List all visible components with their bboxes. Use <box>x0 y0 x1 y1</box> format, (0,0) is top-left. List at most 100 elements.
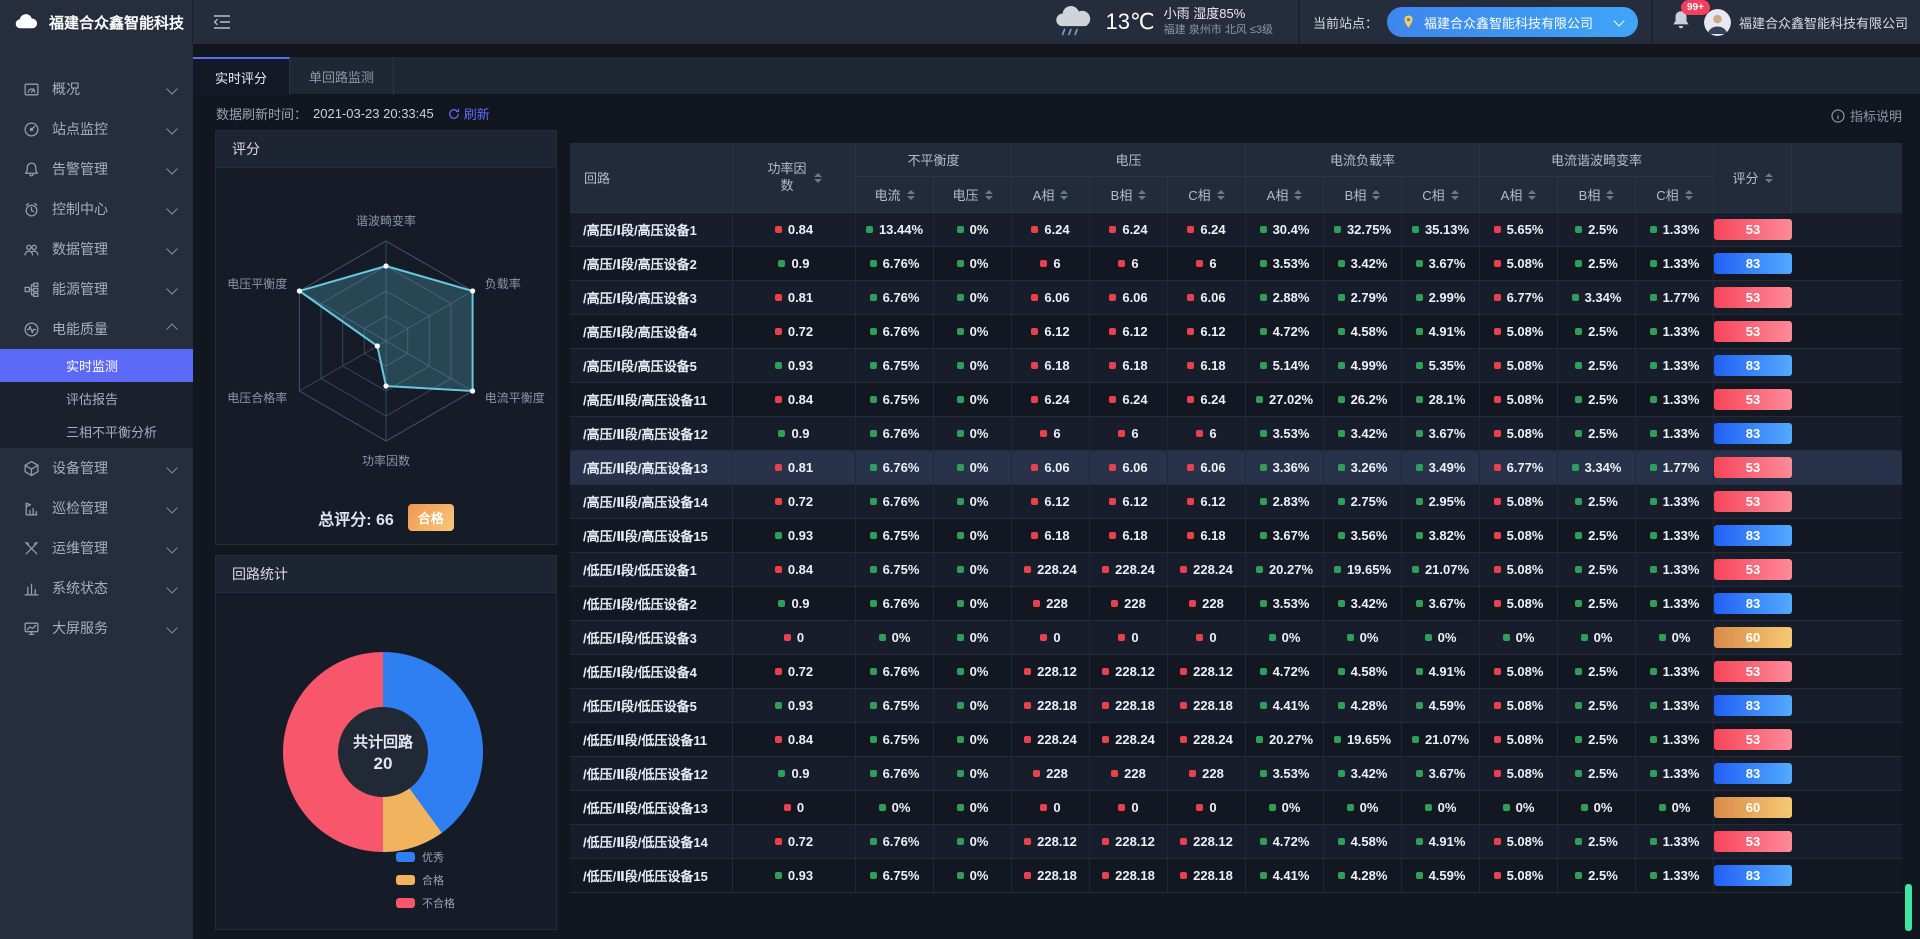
sidebar-collapse-button[interactable] <box>213 15 231 29</box>
cell: 6.18 <box>1090 519 1168 552</box>
cell: 6.06 <box>1090 451 1168 484</box>
table-row[interactable]: /低压/Ⅱ段/低压设备150.936.75%0%228.18228.18228.… <box>570 859 1902 893</box>
status-dot <box>957 362 964 369</box>
table-row[interactable]: /低压/Ⅰ段/低压设备20.96.76%0%2282282283.53%3.42… <box>570 587 1902 621</box>
sidebar-subitem[interactable]: 三相不平衡分析 <box>0 415 193 448</box>
table-row[interactable]: /高压/Ⅰ段/高压设备10.8413.44%0%6.246.246.2430.4… <box>570 213 1902 247</box>
station-select[interactable]: 福建合众鑫智能科技有限公司 <box>1387 7 1638 37</box>
cell: 6.76% <box>856 315 934 348</box>
sidebar-item[interactable]: 控制中心 <box>0 189 193 229</box>
status-dot <box>1650 430 1657 437</box>
legend-item[interactable]: 不合格 <box>396 895 455 911</box>
sidebar-item[interactable]: 概况 <box>0 69 193 109</box>
status-dot <box>870 328 877 335</box>
scrollbar-thumb[interactable] <box>1905 884 1912 931</box>
table-row[interactable]: /低压/Ⅱ段/低压设备140.726.76%0%228.12228.12228.… <box>570 825 1902 859</box>
status-dot <box>879 634 886 641</box>
table-row[interactable]: /低压/Ⅱ段/低压设备120.96.76%0%2282282283.53%3.4… <box>570 757 1902 791</box>
cell: 228.12 <box>1090 655 1168 688</box>
indicator-help-link[interactable]: 指标说明 <box>1831 106 1902 125</box>
cell: 1.77% <box>1636 451 1714 484</box>
cell: 4.91% <box>1402 825 1480 858</box>
status-dot <box>1425 634 1432 641</box>
tab-active[interactable]: 实时评分 <box>193 57 290 95</box>
column-header[interactable]: A相 <box>1480 177 1558 213</box>
table-row[interactable]: /高压/Ⅰ段/高压设备20.96.76%0%6663.53%3.42%3.67%… <box>570 247 1902 281</box>
status-dot <box>784 634 791 641</box>
status-dot <box>1494 532 1501 539</box>
score-badge: 53 <box>1714 729 1792 750</box>
table-row[interactable]: /低压/Ⅱ段/低压设备1300%0%0000%0%0%0%0%0%60 <box>570 791 1902 825</box>
status-dot <box>1187 294 1194 301</box>
table-row[interactable]: /高压/Ⅱ段/高压设备130.816.76%0%6.066.066.063.36… <box>570 451 1902 485</box>
table-row[interactable]: /高压/Ⅰ段/高压设备30.816.76%0%6.066.066.062.88%… <box>570 281 1902 315</box>
column-header[interactable]: 功率因数 <box>733 143 856 213</box>
cell: 0% <box>934 281 1012 314</box>
column-header[interactable]: A相 <box>1012 177 1090 213</box>
tab-inactive[interactable]: 单回路监测 <box>290 57 394 95</box>
topbar-right: 13℃ 小雨 湿度85% 福建 泉州市 北风 ≤3级 当前站点： 福建合众鑫智能… <box>1050 0 1920 44</box>
sidebar-subitem[interactable]: 评估报告 <box>0 382 193 415</box>
column-header[interactable]: B相 <box>1324 177 1402 213</box>
column-header[interactable]: 电流 <box>856 177 934 213</box>
notifications-button[interactable]: 99+ <box>1670 9 1692 36</box>
circuit-name: /低压/Ⅱ段/低压设备11 <box>570 723 733 756</box>
status-dot <box>1196 260 1203 267</box>
cell: 2.5% <box>1558 519 1636 552</box>
circuit-name: /高压/Ⅰ段/高压设备1 <box>570 213 733 246</box>
column-header[interactable]: B相 <box>1558 177 1636 213</box>
column-header[interactable]: C相 <box>1168 177 1246 213</box>
sidebar-subitem[interactable]: 实时监测 <box>0 349 193 382</box>
app-title: 福建合众鑫智能科技 <box>49 12 184 33</box>
sidebar-item[interactable]: 能源管理 <box>0 269 193 309</box>
score-cell: 83 <box>1714 349 1792 382</box>
legend-item[interactable]: 合格 <box>396 872 455 888</box>
sidebar-item[interactable]: 大屏服务 <box>0 608 193 648</box>
sidebar-item[interactable]: 设备管理 <box>0 448 193 488</box>
status-dot <box>1347 634 1354 641</box>
table-row[interactable]: /低压/Ⅱ段/低压设备110.846.75%0%228.24228.24228.… <box>570 723 1902 757</box>
legend-item[interactable]: 优秀 <box>396 849 455 865</box>
sidebar-item[interactable]: 运维管理 <box>0 528 193 568</box>
cell: 1.33% <box>1636 825 1714 858</box>
sidebar-item[interactable]: 巡检管理 <box>0 488 193 528</box>
table-row[interactable]: /高压/Ⅱ段/高压设备110.846.75%0%6.246.246.2427.0… <box>570 383 1902 417</box>
status-dot <box>1189 770 1196 777</box>
chevron-down-icon <box>166 123 177 134</box>
table-row[interactable]: /高压/Ⅰ段/高压设备40.726.76%0%6.126.126.124.72%… <box>570 315 1902 349</box>
status-dot <box>1180 702 1187 709</box>
status-dot <box>1650 668 1657 675</box>
sort-carets-icon <box>1060 190 1068 200</box>
table-row[interactable]: /低压/Ⅰ段/低压设备300%0%0000%0%0%0%0%0%60 <box>570 621 1902 655</box>
user-menu[interactable]: 福建合众鑫智能科技有限公司 <box>1704 9 1908 36</box>
column-header[interactable]: C相 <box>1636 177 1714 213</box>
status-dot <box>1650 566 1657 573</box>
table-row[interactable]: /低压/Ⅰ段/低压设备10.846.75%0%228.24228.24228.2… <box>570 553 1902 587</box>
circuit-name: /高压/Ⅱ段/高压设备11 <box>570 383 733 416</box>
column-header[interactable]: C相 <box>1402 177 1480 213</box>
column-header[interactable]: A相 <box>1246 177 1324 213</box>
column-header[interactable]: 电压 <box>934 177 1012 213</box>
sidebar-item[interactable]: 数据管理 <box>0 229 193 269</box>
table-row[interactable]: /高压/Ⅰ段/高压设备50.936.75%0%6.186.186.185.14%… <box>570 349 1902 383</box>
status-dot <box>1575 396 1582 403</box>
table-row[interactable]: /高压/Ⅱ段/高压设备120.96.76%0%6663.53%3.42%3.67… <box>570 417 1902 451</box>
cell: 6.76% <box>856 587 934 620</box>
cell: 4.72% <box>1246 315 1324 348</box>
cell: 0% <box>1246 621 1324 654</box>
sidebar-item[interactable]: 电能质量 <box>0 309 193 349</box>
column-header[interactable]: B相 <box>1090 177 1168 213</box>
sidebar-item[interactable]: 站点监控 <box>0 109 193 149</box>
cell: 2.5% <box>1558 723 1636 756</box>
column-header[interactable]: 评分 <box>1714 143 1792 213</box>
status-dot <box>1575 532 1582 539</box>
legend-swatch <box>396 852 415 862</box>
table-row[interactable]: /低压/Ⅰ段/低压设备50.936.75%0%228.18228.18228.1… <box>570 689 1902 723</box>
status-dot <box>775 226 782 233</box>
table-row[interactable]: /低压/Ⅰ段/低压设备40.726.76%0%228.12228.12228.1… <box>570 655 1902 689</box>
table-row[interactable]: /高压/Ⅱ段/高压设备150.936.75%0%6.186.186.183.67… <box>570 519 1902 553</box>
sidebar-item[interactable]: 告警管理 <box>0 149 193 189</box>
refresh-button[interactable]: 刷新 <box>448 104 490 123</box>
table-row[interactable]: /高压/Ⅱ段/高压设备140.726.76%0%6.126.126.122.83… <box>570 485 1902 519</box>
sidebar-item[interactable]: 系统状态 <box>0 568 193 608</box>
